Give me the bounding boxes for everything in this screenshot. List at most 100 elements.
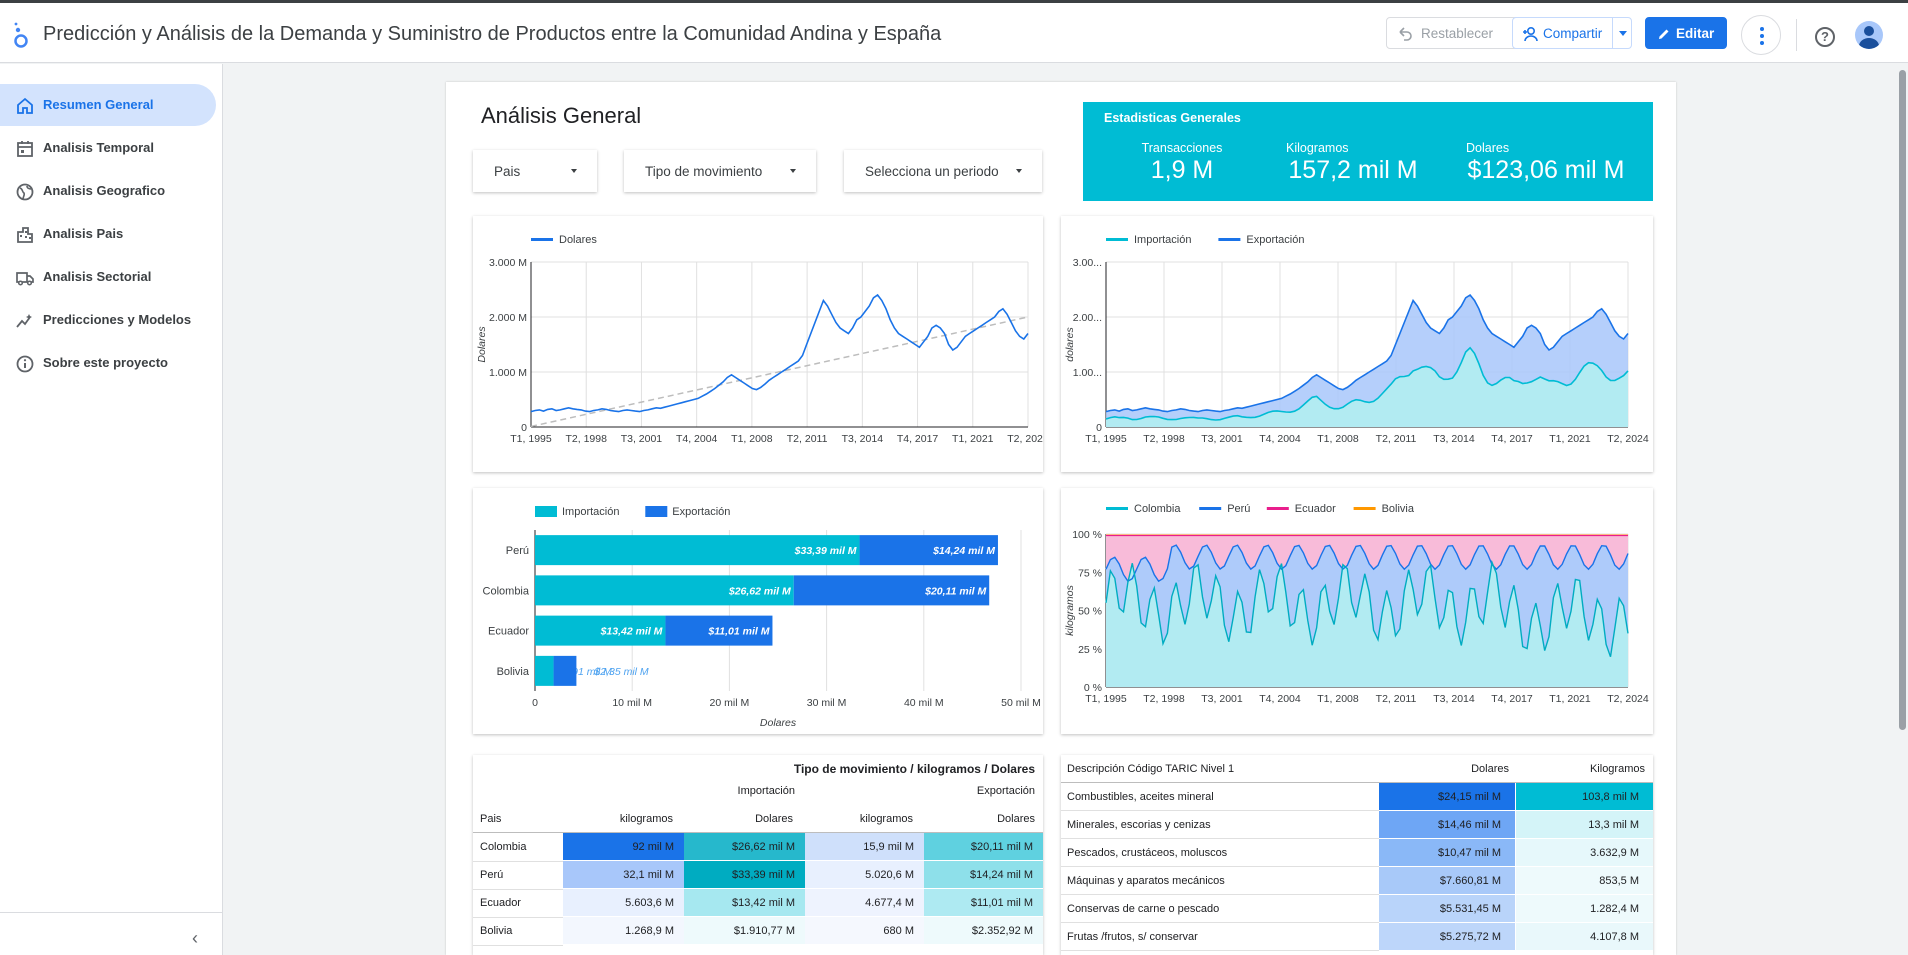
table-cell: 1.268,9 M <box>563 917 684 945</box>
sidebar-item-analisis-geografico[interactable]: Analisis Geografico <box>0 170 216 212</box>
x-tick-label: 0 <box>532 697 538 709</box>
x-tick-label: T4, 2004 <box>676 433 718 445</box>
more-options-icon[interactable] <box>1741 15 1781 55</box>
stat-transacciones: Transacciones 1,9 M <box>1127 141 1237 185</box>
sidebar-item-analisis-pais[interactable]: Analisis Pais <box>0 213 216 255</box>
x-tick-label: T1, 2021 <box>1549 433 1591 445</box>
category-label: Bolivia <box>497 666 530 678</box>
stat-value: 1,9 M <box>1150 156 1214 184</box>
x-tick-label: T2, 2024 <box>1607 433 1649 445</box>
legend-label: Colombia <box>1134 503 1181 515</box>
table-cell: 680 M <box>805 917 924 945</box>
legend-swatch <box>1218 238 1241 241</box>
stat-label: Kilogramos <box>1286 141 1349 155</box>
table-cell: $24,15 mil M <box>1379 783 1515 811</box>
reset-label: Restablecer <box>1421 25 1494 41</box>
y-tick-label: 1.000 M <box>489 367 527 379</box>
truck-icon <box>16 272 34 286</box>
legend-swatch <box>1266 507 1289 510</box>
y-tick-label: 3.00... <box>1073 257 1102 269</box>
y-tick-label: 2.000 M <box>489 312 527 324</box>
legend-label: Dolares <box>559 234 597 246</box>
help-icon[interactable]: ? <box>1815 27 1835 47</box>
bar-exportación-bolivia[interactable] <box>553 655 577 686</box>
filter-pais[interactable]: Pais <box>473 150 597 192</box>
x-tick-label: T3, 2014 <box>842 433 884 445</box>
table-row-label: Ecuador <box>480 897 521 909</box>
sidebar-item-analisis-temporal[interactable]: Analisis Temporal <box>0 127 216 169</box>
y-axis-label: Dolares <box>476 326 488 363</box>
edit-button[interactable]: Editar <box>1645 17 1727 49</box>
y-tick-label: 100 % <box>1072 529 1102 541</box>
scrollbar-thumb[interactable] <box>1899 70 1906 730</box>
filter-tipo-movimiento[interactable]: Tipo de movimiento <box>624 150 816 192</box>
data-label: $11,01 mil M <box>707 626 769 638</box>
x-tick-label: 10 mil M <box>612 697 652 709</box>
collapse-sidebar-icon[interactable]: ‹ <box>192 928 198 949</box>
legend-label: Ecuador <box>1295 503 1336 515</box>
looker-logo-icon <box>14 22 28 48</box>
sidebar-item-label: Resumen General <box>43 97 154 112</box>
legend-swatch <box>1353 507 1376 510</box>
data-label: $20,11 mil M <box>924 585 986 597</box>
chart-imp-exp-area[interactable]: Importación Exportación 0 1.00... 2.00... 3.0… <box>1061 216 1653 472</box>
stats-panel: Estadisticas Generales Transacciones 1,9… <box>1083 102 1653 201</box>
edit-label: Editar <box>1676 25 1715 41</box>
table-row-label: Colombia <box>480 841 527 853</box>
x-tick-label: 20 mil M <box>710 697 750 709</box>
table-cell: $7.660,81 M <box>1379 867 1515 895</box>
chart-dolares-line[interactable]: Dolares 0 1.000 M 2.000 M 3.000 M T1, 1995 T2,… <box>473 216 1043 472</box>
x-tick-label: T1, 2021 <box>1549 693 1591 705</box>
y-tick-label: 25 % <box>1078 644 1102 656</box>
sidebar-item-resumen-general[interactable]: Resumen General <box>0 84 216 126</box>
legend-label: Exportación <box>672 506 730 518</box>
legend-swatch <box>535 506 557 517</box>
table-cell: 92 mil M <box>563 833 684 861</box>
taric-column-header: Dolares <box>1471 763 1509 775</box>
pencil-icon <box>1659 29 1669 39</box>
y-axis-label: kilogramos <box>1064 584 1076 636</box>
table-cell: $2.352,92 M <box>924 917 1043 945</box>
sidebar-item-predicciones[interactable]: Predicciones y Modelos <box>0 299 216 341</box>
table-cell: 15,9 mil M <box>805 833 924 861</box>
page-scrollbar[interactable] <box>1897 64 1908 955</box>
table-row-label: Combustibles, aceites mineral <box>1067 791 1214 803</box>
category-label: Ecuador <box>488 626 529 638</box>
x-tick-label: T1, 1995 <box>1085 433 1127 445</box>
taric-column-header: Descripción Código TARIC Nivel 1 <box>1067 763 1235 775</box>
x-tick-label: T3, 2001 <box>1201 433 1243 445</box>
x-tick-label: T4, 2017 <box>897 433 939 445</box>
trend-icon <box>16 314 32 328</box>
report-title: Predicción y Análisis de la Demanda y Su… <box>43 23 942 45</box>
x-tick-label: T2, 1998 <box>1143 433 1185 445</box>
sidebar-item-sobre-proyecto[interactable]: Sobre este proyecto <box>0 342 216 384</box>
legend-label: Bolivia <box>1382 503 1415 515</box>
x-tick-label: T2, 2011 <box>1376 693 1417 705</box>
bar-importación-bolivia[interactable] <box>535 655 554 686</box>
pivot-table: Tipo de movimiento / kilogramos / Dolare… <box>473 755 1043 955</box>
reset-button[interactable]: Restablecer <box>1386 17 1522 49</box>
x-tick-label: T3, 2014 <box>1433 433 1475 445</box>
x-tick-label: T2, 1998 <box>1143 693 1185 705</box>
globe-icon <box>16 183 34 201</box>
share-label: Compartir <box>1543 25 1603 41</box>
table-row-label: Conservas de carne o pescado <box>1067 903 1220 915</box>
table-cell: $14,46 mil M <box>1379 811 1515 839</box>
pivot-group-header: Exportación <box>976 785 1035 797</box>
sidebar-item-analisis-sectorial[interactable]: Analisis Sectorial <box>0 256 216 298</box>
table-cell: $33,39 mil M <box>684 861 805 889</box>
stat-kilogramos: Kilogramos 157,2 mil M <box>1283 141 1423 185</box>
stat-label: Transacciones <box>1141 141 1223 155</box>
x-tick-label: T3, 2001 <box>621 433 663 445</box>
pivot-column-header: Dolares <box>755 813 793 825</box>
table-cell: 103,8 mil M <box>1516 783 1653 811</box>
stat-value: $123,06 mil M <box>1467 156 1625 184</box>
filter-periodo[interactable]: Selecciona un periodo <box>844 150 1042 192</box>
chart-kilogramos-percent[interactable]: Colombia Perú Ecuador Bolivia 0 % 25 % 50 % 75 … <box>1061 488 1653 734</box>
table-cell: 5.603,6 M <box>563 889 684 917</box>
share-dropdown-chevron-icon[interactable] <box>1612 17 1632 49</box>
avatar[interactable] <box>1855 21 1883 49</box>
chart-pais-bar[interactable]: Importación Exportación 0 10 mil M 20 mil M 3… <box>473 488 1043 734</box>
table-cell: 3.632,9 M <box>1516 839 1653 867</box>
stat-value: 157,2 mil M <box>1288 156 1418 184</box>
